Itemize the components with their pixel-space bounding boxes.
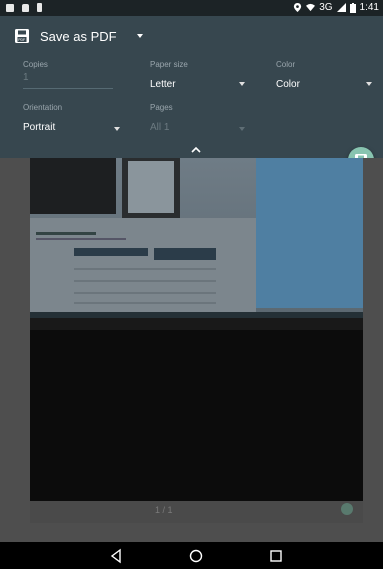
photo-blue-area: [256, 158, 363, 308]
color-dropdown-icon[interactable]: [366, 82, 372, 86]
status-bar: 3G 1:41: [0, 0, 383, 16]
location-icon: [294, 3, 302, 12]
paper-size-value: Letter: [150, 79, 176, 90]
photo-row: [74, 292, 216, 294]
copies-value[interactable]: 1: [23, 72, 48, 83]
copies-field[interactable]: Copies 1: [23, 60, 48, 83]
printer-selector[interactable]: PDF Save as PDF: [14, 28, 143, 44]
chevron-down-icon: [136, 34, 143, 38]
battery-icon: [349, 2, 356, 13]
pages-label: Pages: [150, 103, 173, 112]
print-preview-area: 1 / 1: [0, 158, 383, 542]
recents-icon[interactable]: [268, 548, 284, 564]
lock-icon: [22, 3, 29, 12]
paper-size-label: Paper size: [150, 60, 188, 69]
orientation-field[interactable]: Orientation Portrait: [23, 103, 62, 133]
photo-subtitle: [36, 238, 126, 240]
home-icon[interactable]: [188, 548, 204, 564]
copies-label: Copies: [23, 60, 48, 69]
photo-row: [74, 280, 216, 282]
status-left-icons: [6, 3, 42, 12]
photo-desk: [30, 330, 363, 501]
pages-field[interactable]: Pages All 1: [150, 103, 173, 133]
preview-footer: [30, 501, 363, 523]
page-selected-icon[interactable]: [341, 503, 353, 515]
photo-row: [74, 302, 216, 304]
wifi-icon: [306, 3, 316, 12]
photo-row: [74, 268, 216, 270]
photo-phone-screen: [128, 161, 174, 213]
sd-card-icon: [37, 3, 42, 12]
status-right-icons: 3G 1:41: [293, 2, 379, 13]
network-type: 3G: [319, 2, 333, 13]
pdf-save-icon: PDF: [15, 29, 29, 43]
orientation-dropdown-icon[interactable]: [114, 127, 120, 131]
color-label: Color: [276, 60, 296, 69]
photo-bar-1: [74, 248, 148, 256]
svg-text:PDF: PDF: [18, 38, 25, 42]
color-value: Color: [276, 79, 300, 90]
paper-size-dropdown-icon[interactable]: [239, 82, 245, 86]
photo-bar-2: [154, 248, 216, 260]
preview-page[interactable]: [30, 158, 363, 501]
photo-panel: [30, 158, 116, 214]
paper-size-field[interactable]: Paper size Letter: [150, 60, 188, 90]
copies-underline: [23, 88, 113, 89]
photo-monitor-bezel: [30, 318, 363, 330]
pages-value: All 1: [150, 122, 170, 133]
image-notification-icon: [6, 3, 14, 12]
print-options-panel: PDF Save as PDF Copies 1 Paper size Lett…: [0, 16, 383, 158]
photo-monitor-screen: [30, 158, 363, 328]
signal-icon: [336, 3, 346, 12]
chevron-up-icon[interactable]: [191, 146, 201, 154]
photo-title: [36, 232, 96, 235]
orientation-label: Orientation: [23, 103, 63, 112]
color-field[interactable]: Color Color: [276, 60, 300, 90]
orientation-value: Portrait: [23, 122, 56, 133]
clock: 1:41: [359, 2, 379, 13]
page-indicator: 1 / 1: [155, 505, 173, 515]
navigation-bar: [0, 542, 383, 569]
photo-phone: [122, 158, 180, 218]
pages-dropdown-icon[interactable]: [239, 127, 245, 131]
back-icon[interactable]: [108, 548, 124, 564]
printer-name: Save as PDF: [40, 28, 117, 44]
